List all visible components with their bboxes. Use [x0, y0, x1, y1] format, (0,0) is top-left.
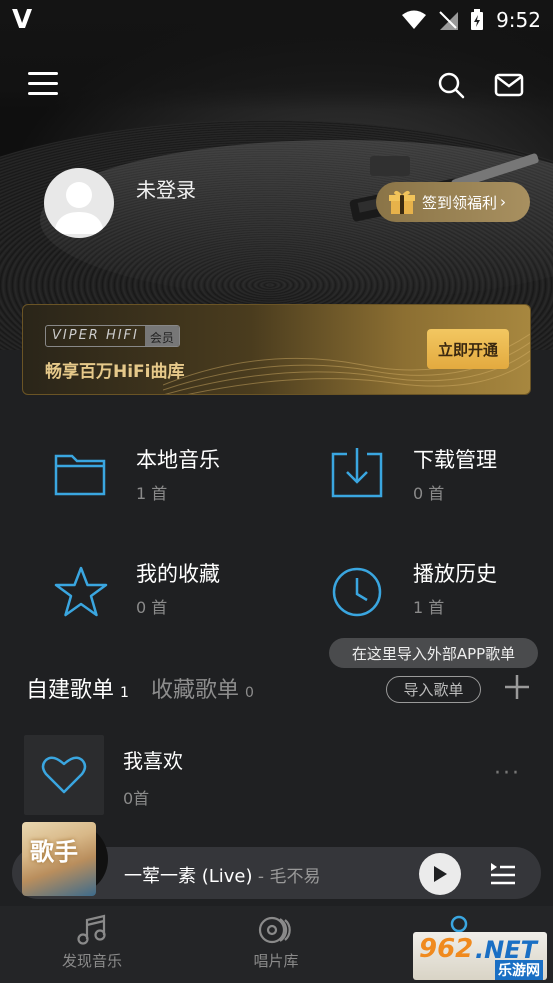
- play-history-count: 1 首: [413, 598, 445, 617]
- heart-icon: [41, 756, 87, 794]
- playlist-tabs: 自建歌单 1 收藏歌单 0: [26, 672, 254, 704]
- nav-discover-music[interactable]: 发现音乐: [42, 914, 142, 971]
- album-cover-text: 歌手: [30, 838, 78, 866]
- avatar[interactable]: [44, 168, 114, 238]
- favorites-count: 0 首: [136, 598, 168, 617]
- download-icon: [331, 448, 383, 498]
- battery-charging-icon: [471, 9, 484, 30]
- local-music-label: 本地音乐: [136, 448, 220, 472]
- nav-record-library[interactable]: 唱片库: [226, 914, 326, 971]
- signin-label: 签到领福利: [422, 193, 498, 212]
- watermark-number: 962: [419, 934, 474, 964]
- member-label: 会员: [144, 326, 179, 346]
- clock-icon: [332, 567, 382, 617]
- tab-collected-playlists[interactable]: 收藏歌单: [151, 672, 239, 704]
- play-button[interactable]: [419, 853, 461, 895]
- favorites-label: 我的收藏: [136, 562, 220, 586]
- folder-icon: [54, 454, 106, 496]
- no-signal-icon: [439, 11, 459, 30]
- tab-created-playlists[interactable]: 自建歌单: [26, 672, 114, 704]
- play-history-label: 播放历史: [413, 562, 497, 586]
- viper-hifi-badge: VIPER HIFI 会员: [45, 325, 180, 347]
- default-avatar-icon: [54, 182, 104, 234]
- album-cover-image: 歌手: [22, 822, 96, 896]
- site-watermark: 962 .NET 乐游网: [413, 932, 547, 980]
- login-status-label[interactable]: 未登录: [136, 174, 196, 238]
- search-icon[interactable]: [436, 70, 466, 100]
- music-note-icon: [77, 914, 106, 945]
- viper-brand-label: VIPER HIFI: [52, 328, 139, 343]
- now-playing-text: 一荤一素 (Live) - 毛不易: [124, 862, 320, 888]
- playlist-count: 0首: [123, 789, 150, 808]
- watermark-site: 乐游网: [495, 960, 543, 980]
- playlist-queue-icon[interactable]: [489, 860, 517, 888]
- status-time: 9:52: [496, 8, 541, 32]
- playlist-name: 我喜欢: [123, 749, 183, 773]
- album-art[interactable]: 歌手: [22, 822, 108, 896]
- import-tooltip: 在这里导入外部APP歌单: [329, 638, 538, 668]
- star-icon: [54, 566, 108, 617]
- banner-title: 畅享百万HiFi曲库: [45, 362, 185, 382]
- gift-icon: [389, 190, 415, 214]
- song-title: 一荤一素 (Live): [124, 866, 253, 887]
- play-icon: [434, 866, 447, 882]
- top-bar: [0, 62, 553, 110]
- app-logo-icon: V: [12, 5, 32, 35]
- wifi-icon: [402, 10, 427, 29]
- local-music-count: 1 首: [136, 484, 168, 503]
- download-manage-label: 下载管理: [413, 448, 497, 472]
- nav-record-label: 唱片库: [253, 952, 299, 970]
- tab-created-count: 1: [120, 685, 129, 701]
- mail-icon[interactable]: [494, 72, 524, 98]
- song-artist: 毛不易: [269, 867, 321, 887]
- tab-collected-count: 0: [244, 685, 254, 701]
- nav-discover-label: 发现音乐: [61, 952, 122, 970]
- song-separator: -: [252, 867, 270, 887]
- more-options-icon[interactable]: ···: [494, 761, 521, 786]
- vip-banner[interactable]: VIPER HIFI 会员 畅享百万HiFi曲库 立即开通: [22, 304, 531, 395]
- menu-icon[interactable]: [28, 72, 58, 98]
- play-history-item[interactable]: 播放历史 1 首: [331, 558, 553, 638]
- add-playlist-icon[interactable]: [503, 673, 531, 701]
- playlist-cover: [24, 735, 104, 815]
- disc-icon: [258, 916, 291, 944]
- open-vip-button[interactable]: 立即开通: [427, 329, 509, 369]
- profile-section: 未登录: [44, 168, 196, 238]
- local-music-item[interactable]: 本地音乐 1 首: [54, 444, 304, 524]
- list-item[interactable]: 我喜欢 0首 ···: [24, 735, 534, 815]
- import-playlist-button[interactable]: 导入歌单: [386, 676, 481, 703]
- download-manage-count: 0 首: [413, 484, 445, 503]
- download-manage-item[interactable]: 下载管理 0 首: [331, 444, 553, 524]
- signin-reward-button[interactable]: 签到领福利 ›: [376, 182, 530, 222]
- favorites-item[interactable]: 我的收藏 0 首: [54, 558, 304, 638]
- status-bar: V 9:52: [0, 0, 553, 40]
- chevron-right-icon: ›: [500, 193, 507, 211]
